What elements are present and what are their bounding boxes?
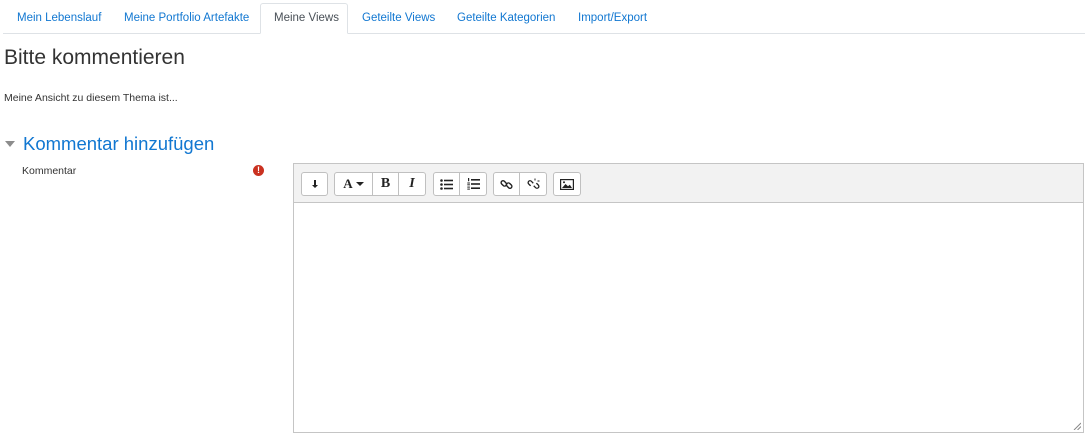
font-style-label: A	[343, 176, 353, 191]
tab-meine-portfolio-artefakte[interactable]: Meine Portfolio Artefakte	[111, 3, 262, 32]
ordered-list-icon	[466, 178, 480, 190]
comment-field-label: Kommentar	[22, 165, 77, 177]
editor-toolbar: A B I	[294, 164, 1083, 203]
image-icon	[560, 178, 574, 190]
toolbar-group-collapse	[301, 172, 328, 196]
tab-mein-lebenslauf[interactable]: Mein Lebenslauf	[4, 3, 114, 32]
chevron-down-icon	[355, 182, 364, 186]
required-icon: !	[253, 165, 264, 176]
tab-geteilte-kategorien[interactable]: Geteilte Kategorien	[444, 3, 568, 32]
tab-meine-views[interactable]: Meine Views	[260, 3, 348, 34]
section-title: Kommentar hinzufügen	[23, 133, 215, 154]
link-button[interactable]	[494, 173, 520, 195]
insert-image-button[interactable]	[554, 173, 580, 195]
italic-button[interactable]: I	[399, 173, 425, 195]
ordered-list-button[interactable]	[460, 173, 486, 195]
page-title: Bitte kommentieren	[4, 46, 185, 69]
expand-toolbar-icon	[311, 180, 318, 188]
section-toggle[interactable]: Kommentar hinzufügen	[4, 132, 214, 156]
toolbar-group-links	[493, 172, 547, 196]
resize-handle-icon[interactable]	[1073, 422, 1081, 430]
unlink-button[interactable]	[520, 173, 546, 195]
collapse-caret-icon	[5, 141, 15, 147]
link-icon	[500, 179, 513, 189]
tab-import-export[interactable]: Import/Export	[565, 3, 660, 32]
expand-toolbar-button[interactable]	[302, 173, 327, 195]
bold-button[interactable]: B	[373, 173, 399, 195]
bold-icon: B	[380, 176, 391, 191]
italic-icon: I	[409, 176, 415, 191]
tab-geteilte-views[interactable]: Geteilte Views	[349, 3, 448, 32]
nav-tabs: Mein Lebenslauf Meine Portfolio Artefakt…	[3, 3, 1085, 34]
toolbar-group-style: A B I	[334, 172, 426, 196]
unlink-icon	[526, 178, 540, 190]
toolbar-group-lists	[433, 172, 487, 196]
unordered-list-button[interactable]	[434, 173, 460, 195]
font-style-button[interactable]: A	[335, 173, 373, 195]
comment-editor-content[interactable]	[294, 202, 1083, 432]
unordered-list-icon	[440, 178, 453, 190]
intro-text: Meine Ansicht zu diesem Thema ist...	[4, 92, 178, 104]
toolbar-group-media	[553, 172, 581, 196]
comment-editor: A B I	[293, 163, 1084, 433]
